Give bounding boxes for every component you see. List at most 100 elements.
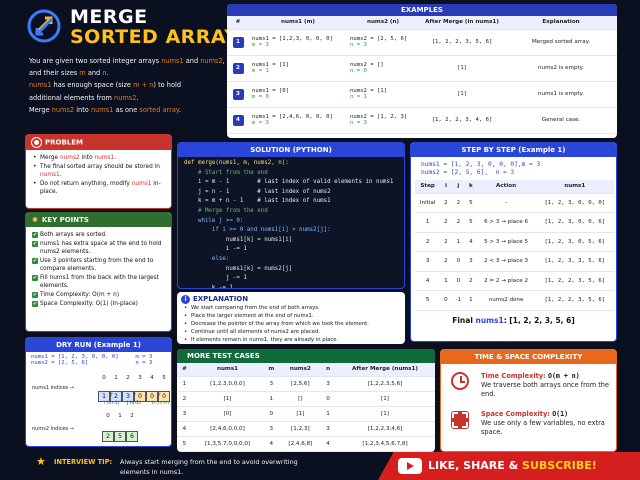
index-label: 5 xyxy=(162,375,166,381)
steps-panel: STEP BY STEP (Example 1) nums1 = [1, 2, … xyxy=(410,142,617,342)
tests-header: MORE TEST CASES xyxy=(177,349,435,363)
steps-row: 22145 > 3 → place 5 [1, 2, 3, 0, 5, 6] xyxy=(415,232,614,252)
explanation-panel: iEXPLANATION We start comparing from the… xyxy=(177,292,405,344)
steps-row: Initial 2 2 5- [1, 2, 3, 0, 0, 0] xyxy=(415,193,614,213)
code-line: i = m - 1 # last index of valid elements… xyxy=(184,179,394,186)
steps-cell: 2 xyxy=(451,193,466,213)
steps-cell: 1 xyxy=(451,232,466,252)
tests-cell: 1 xyxy=(321,406,336,422)
steps-cell: 2 xyxy=(465,271,477,291)
nums2-index-row: 0 1 2 xyxy=(102,413,138,419)
lightbulb-icon: ✺ xyxy=(32,216,38,224)
title-top: MERGE xyxy=(70,6,148,28)
steps-cell: 2 xyxy=(440,212,452,233)
index-label: 1 xyxy=(118,413,122,419)
logo-icon xyxy=(27,9,61,43)
steps-cell: 1 xyxy=(440,271,452,291)
tests-cell: [2,4,6,0,0,0] xyxy=(191,421,264,437)
nums2-label: nums2 indices → xyxy=(32,426,74,432)
steps-cell: 4 xyxy=(465,232,477,252)
solution-header: SOLUTION (PYTHON) xyxy=(178,143,404,157)
code-line: i -= 1 xyxy=(184,246,247,253)
example-number-badge: 4 xyxy=(232,114,244,126)
example-m: m = 1 xyxy=(252,68,269,74)
nums1-label: nums1 indices → xyxy=(32,385,74,391)
examples-panel: EXAMPLES # nums1 (m) nums2 (n) After Mer… xyxy=(227,4,617,138)
pointer-arrow: ↑ xyxy=(110,393,114,398)
space-desc: We use only a few variables, no extra sp… xyxy=(481,419,605,436)
steps-cell: [1, 2, 3, 0, 5, 6] xyxy=(535,232,614,252)
tests-cell: [2,4,6,8] xyxy=(279,436,322,452)
dryrun-panel: DRY RUN (Example 1) nums1 = [1, 2, 3, 0,… xyxy=(25,337,172,447)
pointer-arrow: ↑ xyxy=(158,393,162,398)
example-after: [1] xyxy=(419,55,505,82)
col-nums2: nums2 (n) xyxy=(347,16,419,30)
example-explanation: nums1 is empty. xyxy=(505,81,617,108)
tests-col-header: m xyxy=(263,363,280,377)
space-value: O(1) xyxy=(552,410,569,418)
tests-cell: 3 xyxy=(263,376,280,392)
keypoint-item: Fill nums1 from the back with the larges… xyxy=(32,274,165,290)
tests-cell: [1] xyxy=(335,406,435,422)
youtube-icon xyxy=(398,458,422,474)
code-line: j = n - 1 # last index of nums2 xyxy=(184,188,331,195)
example-m: m = 3 xyxy=(252,120,269,126)
index-label: 3 xyxy=(138,375,142,381)
tests-cell: [] xyxy=(279,391,322,407)
explanation-item: We start comparing from the end of both … xyxy=(183,305,399,312)
tests-col-header: nums1 xyxy=(191,363,264,377)
example-n: n = 0 xyxy=(350,68,367,74)
steps-header: STEP BY STEP (Example 1) xyxy=(411,143,616,157)
tests-cell: [1] xyxy=(335,391,435,407)
tests-col-header: After Merge (nums1) xyxy=(335,363,435,377)
code-line: nums1[k] = nums2[j] xyxy=(184,265,293,272)
example-explanation: nums2 is empty. xyxy=(505,55,617,82)
examples-table: # nums1 (m) nums2 (n) After Merge (in nu… xyxy=(227,16,617,134)
example-after: [1] xyxy=(419,81,505,108)
problem-item: Do not return anything, modify nums1 in-… xyxy=(32,180,165,196)
chip-icon xyxy=(451,411,469,429)
steps-cell: 0 xyxy=(451,251,466,272)
steps-col-header: Step xyxy=(415,180,441,194)
code-line: k -= 1 xyxy=(184,284,233,289)
steps-table: Step i j k Action nums1 Initial 2 2 5- [1, 2, 3, … xyxy=(415,180,614,311)
steps-cell: nums2 done xyxy=(476,290,536,311)
steps-line1: nums1 = [1, 2, 3, 0, 0, 0],m = 3 xyxy=(421,161,541,168)
steps-cell: 4 xyxy=(415,271,441,291)
tests-cell: 5 xyxy=(177,436,192,452)
tests-cell: [1,2,2,3,4,6] xyxy=(335,421,435,437)
tests-cell: [1,2,3] xyxy=(279,421,322,437)
example-row: 1 nums1 = [1,2,3, 0, 0, 0] m = 3 nums2 = [2… xyxy=(227,29,617,56)
steps-cell: 2 xyxy=(415,232,441,252)
steps-cell: 2 xyxy=(440,232,452,252)
tests-cell: 0 xyxy=(263,406,280,422)
index-label: 0 xyxy=(106,413,110,419)
steps-row: 41022 = 2 → place 2 [1, 2, 2, 3, 5, 6] xyxy=(415,271,614,291)
tests-cell: 1 xyxy=(177,376,192,392)
tests-cell: 1 xyxy=(263,391,280,407)
example-number-badge: 3 xyxy=(232,88,244,100)
subscribe-banner[interactable]: LIKE, SHARE & SUBSCRIBE! xyxy=(378,452,640,480)
example-number-badge: 2 xyxy=(232,62,244,74)
star-icon: ★ xyxy=(36,455,46,468)
index-label: 1 xyxy=(114,375,118,381)
pointer-arrow: ↑ xyxy=(133,393,137,398)
problem-item: Merge nums2 into nums1. xyxy=(32,154,165,162)
tests-col-header: # xyxy=(177,363,192,377)
tests-panel: MORE TEST CASES # nums1 m nums2 n After Merge… xyxy=(177,349,435,452)
dryrun-header: DRY RUN (Example 1) xyxy=(26,338,171,352)
pointer-label: k (m+n-1) xyxy=(152,401,171,406)
steps-row: 12256 > 3 → place 6 [1, 2, 3, 0, 0, 6] xyxy=(415,212,614,233)
example-number-badge: 1 xyxy=(232,36,244,48)
example-n: n = 3 xyxy=(350,120,367,126)
steps-cell: 5 xyxy=(465,212,477,233)
steps-cell: -1 xyxy=(451,290,466,311)
example-n: n = 1 xyxy=(350,94,367,100)
tests-row: 5 [1,3,5,7,0,0,0,0] 4 [2,4,6,8] 4 [1,2,3,4,5,… xyxy=(177,436,435,452)
index-label: 2 xyxy=(130,413,134,419)
time-desc: We traverse both arrays once from the en… xyxy=(481,381,610,398)
example-m: m = 0 xyxy=(252,94,269,100)
examples-header: EXAMPLES xyxy=(227,4,617,16)
tests-col-header: nums2 xyxy=(279,363,322,377)
pointer-label: j (n-1) xyxy=(127,401,141,406)
